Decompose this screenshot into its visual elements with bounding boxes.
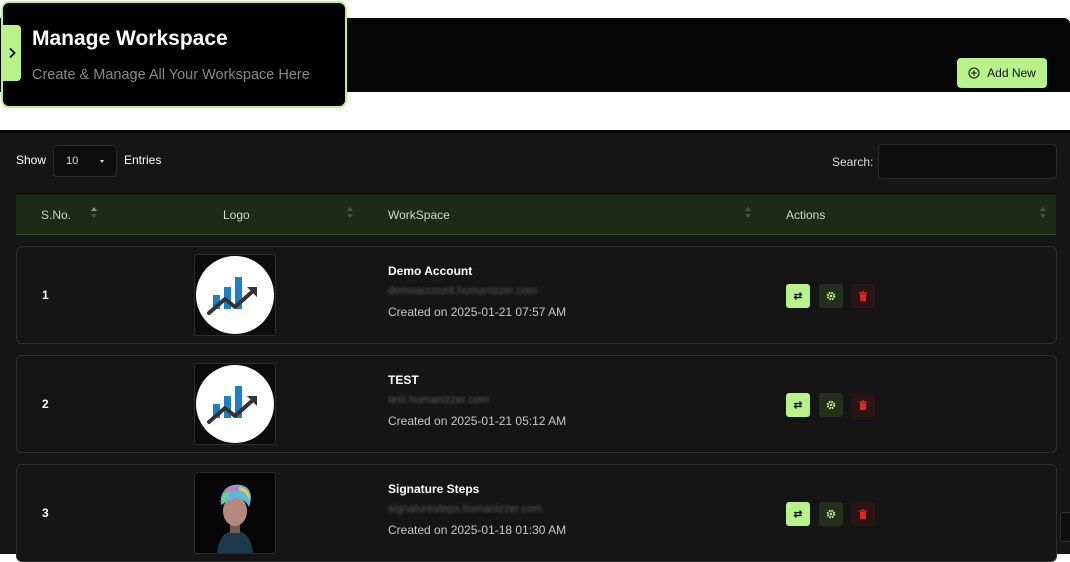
chevron-right-icon	[9, 47, 16, 59]
switch-workspace-button[interactable]	[786, 502, 810, 526]
scroll-to-top-button[interactable]	[1060, 512, 1070, 542]
search-input[interactable]	[878, 144, 1057, 179]
workspace-created-date: Created on 2025-01-18 01:30 AM	[388, 523, 567, 537]
workspace-domain[interactable]: signaturesteps.humanizzer.com	[388, 503, 543, 515]
entries-value: 10	[66, 155, 79, 167]
delete-workspace-button[interactable]	[851, 502, 875, 526]
delete-workspace-button[interactable]	[851, 284, 875, 308]
page-subtitle: Create & Manage All Your Workspace Here	[32, 67, 310, 83]
trash-icon	[859, 291, 867, 301]
table-row: 1 Demo Account demoaccount.humanizzer.co…	[16, 246, 1057, 344]
workspace-name: Demo Account	[388, 264, 473, 278]
table-header: S.No. Logo WorkSpace Actions	[16, 195, 1056, 235]
plus-circle-icon	[968, 67, 980, 79]
page-header-card: Manage Workspace Create & Manage All You…	[1, 1, 347, 108]
add-new-label: Add New	[987, 66, 1036, 80]
workspace-domain[interactable]: demoaccount.humanizzer.com	[388, 285, 537, 297]
column-header-sno[interactable]: S.No.	[41, 208, 71, 222]
gear-icon	[826, 291, 836, 301]
column-header-workspace[interactable]: WorkSpace	[388, 208, 450, 222]
switch-icon	[793, 292, 803, 300]
row-sno: 2	[42, 397, 49, 411]
gear-icon	[826, 400, 836, 410]
column-header-logo[interactable]: Logo	[223, 208, 250, 222]
switch-workspace-button[interactable]	[786, 284, 810, 308]
gear-icon	[826, 509, 836, 519]
sort-icon[interactable]	[91, 206, 97, 222]
switch-icon	[793, 510, 803, 518]
search-label: Search:	[832, 155, 874, 169]
workspace-domain[interactable]: test.humanizzer.com	[388, 394, 489, 406]
portrait-avatar-logo	[195, 473, 275, 553]
sort-icon[interactable]	[1040, 206, 1046, 222]
sort-icon[interactable]	[347, 206, 353, 222]
add-new-button[interactable]: Add New	[957, 58, 1047, 88]
workspace-logo	[194, 254, 276, 336]
table-row: 2 TEST test.humanizzer.com Created on 20…	[16, 355, 1057, 453]
trash-icon	[859, 509, 867, 519]
workspace-name: Signature Steps	[388, 482, 480, 496]
entries-label: Entries	[124, 153, 162, 167]
sidebar-toggle[interactable]	[3, 25, 21, 81]
workspace-logo	[194, 472, 276, 554]
workspace-settings-button[interactable]	[819, 502, 843, 526]
delete-workspace-button[interactable]	[851, 393, 875, 417]
table-row: 3 Signature Steps signaturesteps.humaniz…	[16, 464, 1057, 562]
caret-down-icon	[100, 160, 104, 163]
row-sno: 3	[42, 506, 49, 520]
workspace-table-panel: Show 10 Entries Search: S.No. Logo WorkS…	[0, 130, 1070, 562]
row-sno: 1	[42, 288, 49, 302]
entries-select[interactable]: 10	[53, 145, 117, 177]
workspace-name: TEST	[388, 373, 419, 387]
workspace-settings-button[interactable]	[819, 284, 843, 308]
chart-growth-logo	[196, 365, 274, 443]
page-title: Manage Workspace	[32, 27, 228, 50]
switch-icon	[793, 401, 803, 409]
column-header-actions[interactable]: Actions	[786, 208, 825, 222]
workspace-created-date: Created on 2025-01-21 07:57 AM	[388, 305, 567, 319]
workspace-logo	[194, 363, 276, 445]
switch-workspace-button[interactable]	[786, 393, 810, 417]
show-label: Show	[16, 153, 47, 167]
sort-icon[interactable]	[745, 206, 751, 222]
workspace-created-date: Created on 2025-01-21 05:12 AM	[388, 414, 567, 428]
chart-growth-logo	[196, 256, 274, 334]
workspace-settings-button[interactable]	[819, 393, 843, 417]
trash-icon	[859, 400, 867, 410]
